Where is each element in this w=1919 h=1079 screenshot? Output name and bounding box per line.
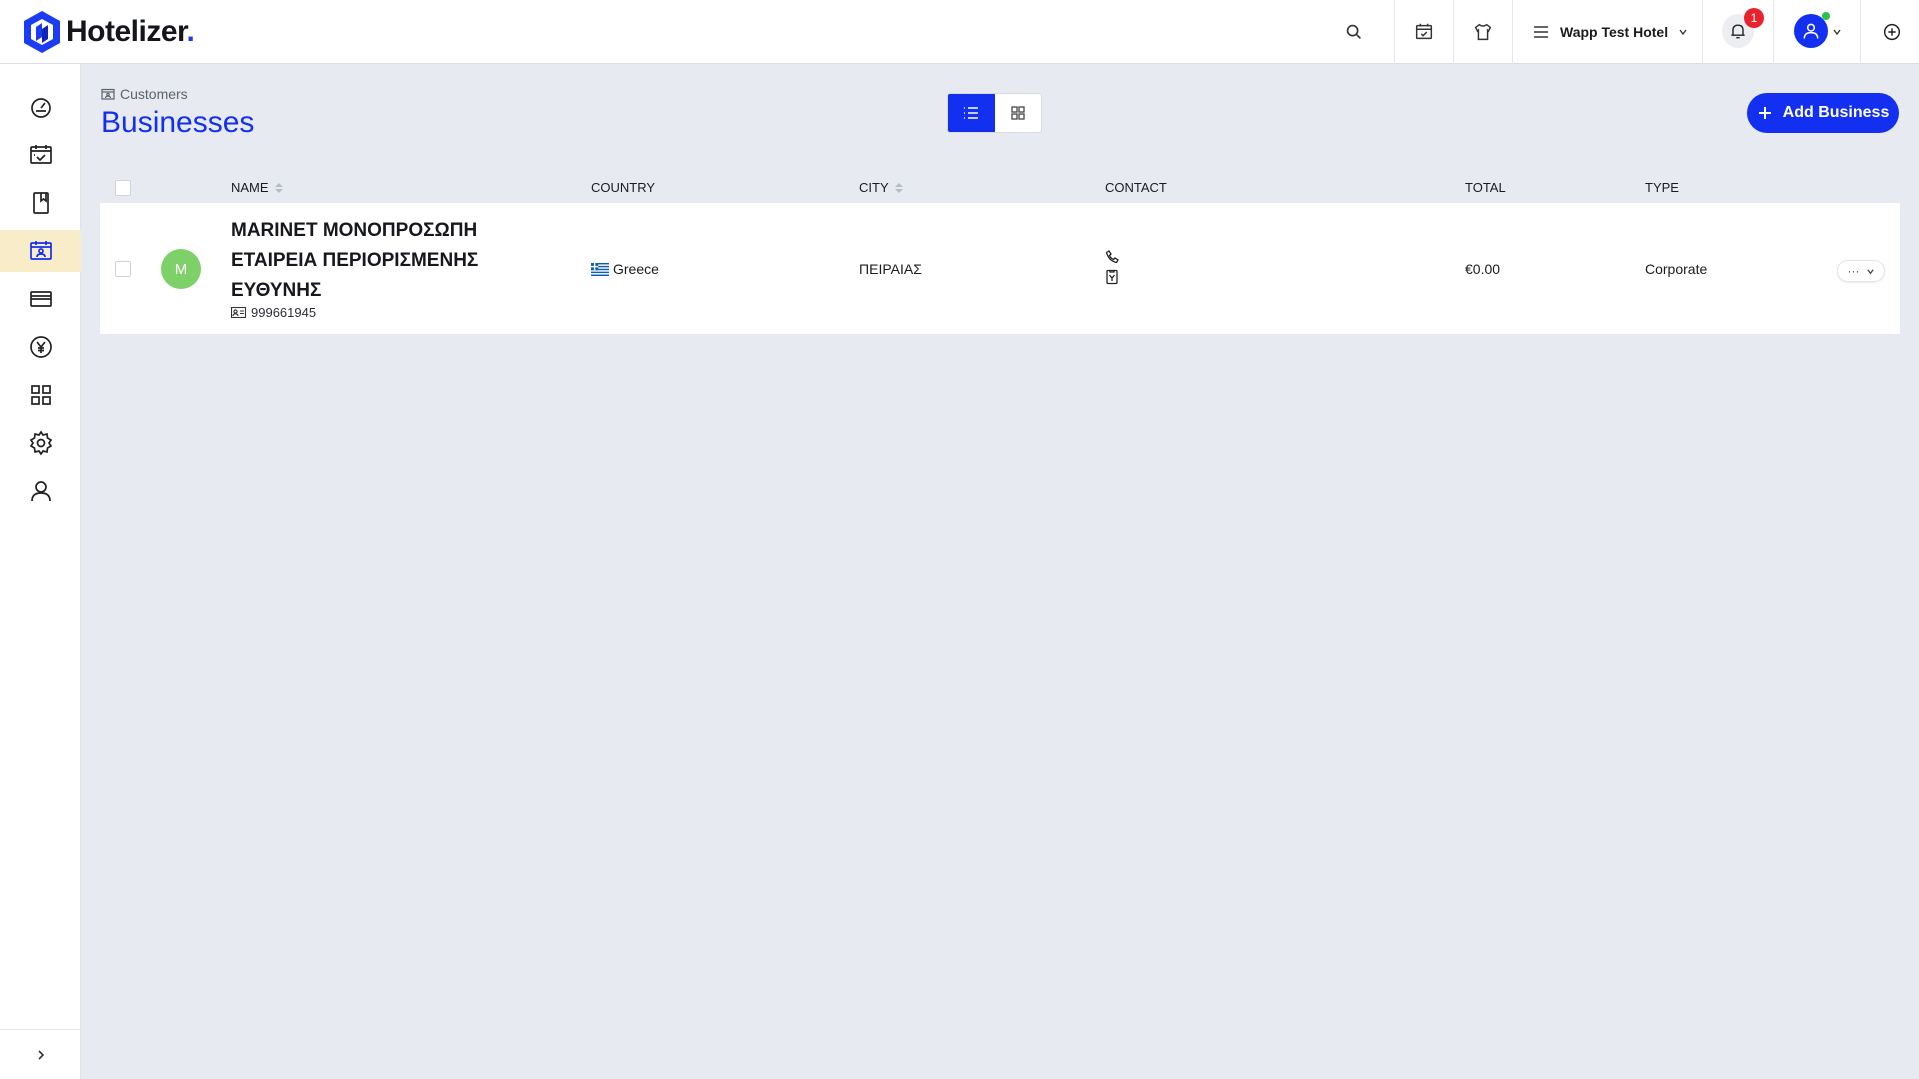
sidebar-item-bookings[interactable]: [0, 182, 81, 224]
row-checkbox[interactable]: [115, 261, 131, 277]
hotel-selector[interactable]: Wapp Test Hotel: [1532, 0, 1688, 64]
city-cell: ΠΕΙΡΑΙΑΣ: [859, 261, 922, 277]
sidebar-item-reservations[interactable]: [0, 134, 81, 176]
phone-icon[interactable]: [1104, 249, 1120, 265]
breadcrumb[interactable]: Customers: [101, 86, 188, 102]
sidebar-item-customers[interactable]: [0, 230, 81, 272]
column-total-header: TOTAL: [1465, 180, 1506, 195]
column-name-label: NAME: [231, 180, 269, 195]
column-country-label: COUNTRY: [591, 180, 656, 195]
column-type-header: TYPE: [1645, 180, 1679, 195]
column-contact-label: CONTACT: [1105, 180, 1167, 195]
chevron-down-icon[interactable]: [1832, 27, 1842, 37]
contact-card-icon[interactable]: [1104, 269, 1120, 285]
grid-view-button[interactable]: [995, 94, 1042, 132]
grid-icon: [1011, 106, 1025, 120]
chevron-down-icon: [1679, 29, 1687, 36]
customers-icon: [29, 241, 52, 260]
total-cell: €0.00: [1465, 261, 1501, 277]
sidebar: [0, 64, 81, 1079]
hotel-name: Wapp Test Hotel: [1560, 24, 1669, 40]
chevron-right-icon: [37, 1049, 44, 1060]
row-actions-button[interactable]: ···: [1837, 260, 1885, 282]
online-status-dot: [1822, 12, 1830, 20]
table-row[interactable]: M MARINET ΜΟΝΟΠΡΟΣΩΠΗ ΕΤΑΙΡΕΙΑ ΠΕΡΙΟΡΙΣΜ…: [100, 203, 1900, 334]
calendar-check-icon: [29, 145, 52, 164]
list-view-button[interactable]: [948, 94, 995, 132]
greece-flag-icon: [591, 263, 609, 276]
sidebar-expand-button[interactable]: [0, 1029, 81, 1079]
sidebar-item-settings[interactable]: [0, 422, 81, 464]
breadcrumb-label: Customers: [120, 86, 188, 102]
top-bar: Hotelizer. Wapp Test Hotel 1: [0, 0, 1919, 64]
bookmark-icon: [32, 192, 49, 214]
dashboard-icon: [30, 98, 51, 118]
column-city-header[interactable]: CITY: [859, 180, 903, 195]
id-card-icon: [231, 307, 246, 318]
view-toggle: [947, 93, 1042, 133]
search-button[interactable]: [1336, 0, 1372, 64]
country-cell: Greece: [591, 261, 659, 277]
settings-icon: [29, 430, 52, 456]
column-country-header: COUNTRY: [591, 180, 655, 195]
search-icon: [1346, 24, 1362, 40]
hotel-list-icon: [1534, 26, 1548, 38]
notification-badge: 1: [1744, 8, 1764, 28]
sidebar-item-finance[interactable]: [0, 326, 81, 368]
hotelizer-logo-icon: [24, 11, 60, 53]
column-contact-header: CONTACT: [1105, 180, 1167, 195]
calendar-check-icon: [1415, 23, 1433, 40]
chevron-down-icon: [1866, 268, 1874, 274]
more-dots-icon: ···: [1847, 264, 1860, 278]
user-icon: [1803, 23, 1819, 39]
quick-add-button[interactable]: [1874, 0, 1910, 64]
contact-cell: [1104, 249, 1120, 285]
sidebar-item-payments[interactable]: [0, 278, 81, 320]
reservations-button[interactable]: [1395, 0, 1453, 64]
country-name: Greece: [613, 261, 659, 277]
currency-icon: [29, 336, 52, 358]
card-icon: [29, 291, 52, 307]
column-type-label: TYPE: [1645, 180, 1679, 195]
avatar: M: [161, 249, 201, 289]
vat-value: 999661945: [251, 305, 317, 320]
sort-icon: [894, 182, 903, 193]
plus-circle-icon: [1883, 23, 1901, 41]
type-cell: Corporate: [1645, 261, 1708, 277]
sort-icon: [274, 182, 283, 193]
column-city-label: CITY: [859, 180, 889, 195]
logo-text: Hotelizer.: [66, 15, 195, 48]
vat-number: 999661945: [231, 305, 316, 320]
column-name-header[interactable]: NAME: [231, 180, 283, 195]
plus-icon: [1758, 107, 1771, 119]
logo[interactable]: Hotelizer.: [20, 8, 195, 56]
sidebar-item-dashboard[interactable]: [0, 86, 81, 128]
business-name[interactable]: MARINET ΜΟΝΟΠΡΟΣΩΠΗ ΕΤΑΙΡΕΙΑ ΠΕΡΙΟΡΙΣΜΕΝ…: [231, 216, 531, 306]
sidebar-item-apps[interactable]: [0, 374, 81, 416]
select-all-checkbox[interactable]: [115, 180, 131, 196]
page-title: Businesses: [101, 106, 255, 139]
grid-icon: [30, 385, 51, 405]
table-header: NAME COUNTRY CITY CONTACT TOTAL TYPE: [100, 172, 1900, 202]
add-business-button[interactable]: Add Business: [1747, 93, 1899, 133]
column-total-label: TOTAL: [1465, 180, 1506, 195]
user-icon: [30, 481, 51, 502]
housekeeping-button[interactable]: [1454, 0, 1512, 64]
tshirt-icon: [1474, 23, 1492, 41]
list-icon: [964, 107, 979, 119]
add-business-label: Add Business: [1782, 104, 1890, 121]
customers-icon: [101, 88, 115, 100]
sidebar-item-profile[interactable]: [0, 470, 81, 512]
